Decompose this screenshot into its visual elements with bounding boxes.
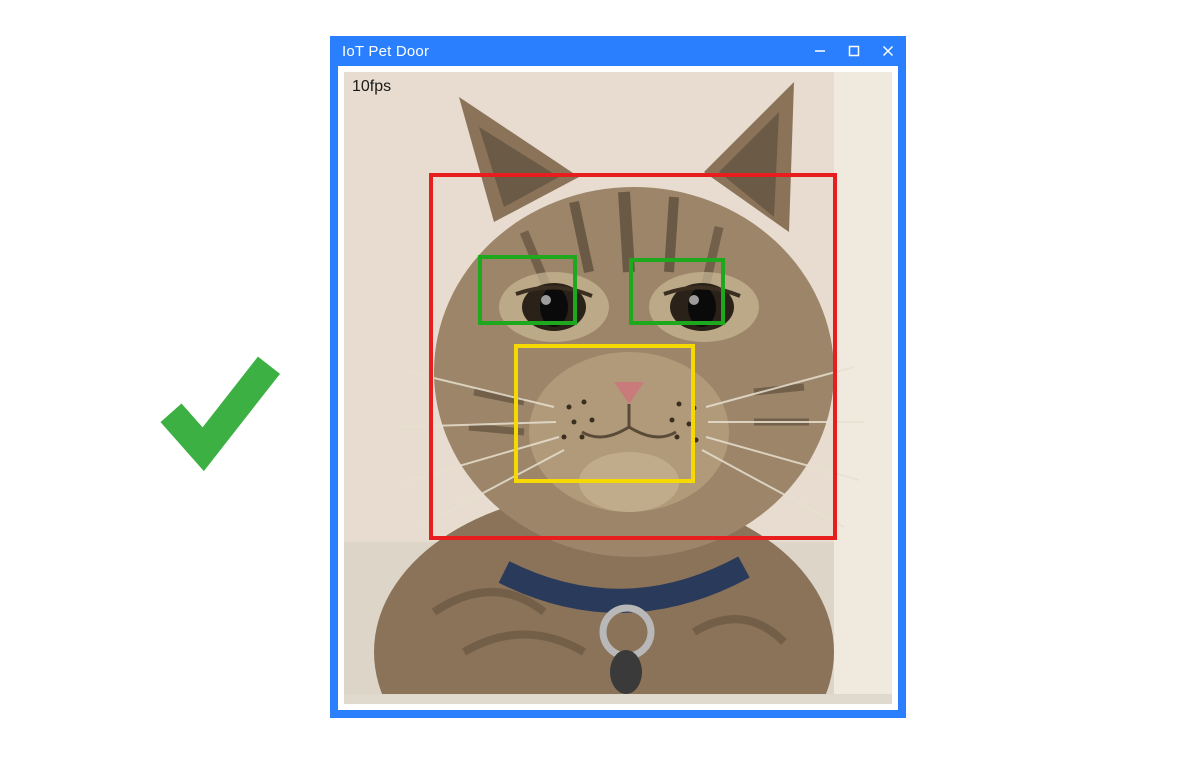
detection-box-eye-left — [478, 255, 577, 325]
fps-counter: 10fps — [352, 78, 391, 96]
maximize-button[interactable] — [846, 43, 862, 59]
detection-box-eye-right — [629, 258, 725, 324]
window-content: 10fps — [338, 66, 898, 710]
app-window: IoT Pet Door — [330, 36, 906, 718]
titlebar[interactable]: IoT Pet Door — [330, 36, 906, 66]
camera-feed: 10fps — [344, 72, 892, 704]
window-controls — [812, 43, 896, 59]
detection-box-nose — [514, 344, 695, 483]
minimize-button[interactable] — [812, 43, 828, 59]
recognition-success-checkmark-icon — [150, 340, 290, 480]
close-button[interactable] — [880, 43, 896, 59]
window-title: IoT Pet Door — [342, 43, 429, 60]
